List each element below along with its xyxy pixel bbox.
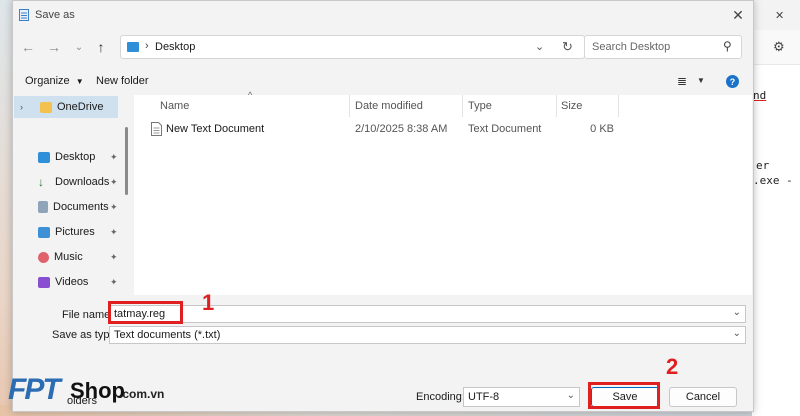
- close-icon: ✕: [732, 6, 744, 23]
- dialog-titlebar: Save as ✕: [13, 1, 753, 29]
- dialog-title: Save as: [35, 9, 75, 21]
- column-divider[interactable]: [618, 95, 619, 117]
- nav-item-videos[interactable]: Videos ✦: [14, 271, 118, 293]
- pin-icon[interactable]: ✦: [110, 277, 118, 288]
- column-divider[interactable]: [556, 95, 557, 117]
- close-button[interactable]: ✕: [725, 3, 751, 27]
- desktop-wallpaper: [0, 0, 12, 416]
- fpt-shop-logo: FPT Shop .com.vn: [0, 373, 164, 409]
- nav-item-label: Pictures: [55, 226, 95, 238]
- search-placeholder: Search Desktop: [592, 41, 671, 53]
- chevron-down-icon[interactable]: ⌄: [733, 307, 741, 318]
- table-row[interactable]: New Text Document 2/10/2025 8:38 AM Text…: [134, 119, 614, 141]
- view-options-icon[interactable]: ≣: [677, 74, 687, 88]
- nav-item-downloads[interactable]: ↓ Downloads ✦: [14, 171, 118, 193]
- gear-icon[interactable]: ⚙: [773, 39, 785, 55]
- column-header-size[interactable]: Size: [561, 95, 616, 117]
- column-header-name[interactable]: Name: [160, 95, 350, 117]
- document-icon: [38, 201, 48, 213]
- nav-item-onedrive[interactable]: › OneDrive: [14, 96, 118, 118]
- breadcrumb-desktop[interactable]: Desktop: [155, 41, 195, 53]
- logo-shop-text: Shop: [70, 378, 125, 403]
- desktop-icon: [127, 42, 139, 52]
- background-text-line: nd: [753, 89, 767, 102]
- refresh-icon[interactable]: ↻: [562, 39, 573, 55]
- nav-item-label: Documents: [53, 201, 109, 213]
- save-as-dialog: Save as ✕ ← → ⌄ ↑ › Desktop ⌄ ↻ Search D…: [12, 0, 754, 412]
- column-divider[interactable]: [349, 95, 350, 117]
- nav-item-label: Downloads: [55, 176, 110, 188]
- column-divider[interactable]: [462, 95, 463, 117]
- chevron-down-icon: ▼: [75, 77, 84, 86]
- background-app-close-icon: ✕: [775, 10, 785, 22]
- desktop-icon: [38, 151, 50, 163]
- annotation-number-2: 2: [666, 354, 679, 379]
- save-as-type-select[interactable]: Text documents (*.txt) ⌄: [109, 326, 746, 344]
- organize-button[interactable]: Organize ▼: [25, 75, 84, 87]
- organize-label: Organize: [25, 75, 70, 87]
- view-dropdown-icon[interactable]: ▼: [697, 76, 705, 85]
- expand-chevron-icon[interactable]: ›: [14, 102, 34, 112]
- pin-icon[interactable]: ✦: [110, 227, 118, 238]
- chevron-down-icon[interactable]: ⌄: [567, 390, 575, 401]
- nav-item-desktop[interactable]: Desktop ✦: [14, 146, 118, 168]
- save-as-type-value: Text documents (*.txt): [114, 329, 221, 341]
- search-icon[interactable]: ⚲: [723, 39, 732, 53]
- annotation-number-1: 1: [202, 290, 215, 315]
- encoding-select[interactable]: UTF-8 ⌄: [463, 387, 580, 407]
- recent-locations-button[interactable]: ⌄: [68, 36, 90, 58]
- folder-icon: [40, 101, 52, 113]
- nav-item-documents[interactable]: Documents ✦: [14, 196, 118, 218]
- nav-item-label: Desktop: [55, 151, 96, 163]
- text-document-icon: [151, 122, 162, 136]
- nav-item-label: Music: [54, 251, 83, 263]
- navigation-scrollbar-thumb[interactable]: [125, 127, 128, 195]
- chevron-down-icon[interactable]: ⌄: [733, 328, 741, 339]
- file-size-cell: 0 KB: [590, 123, 614, 135]
- back-button[interactable]: ←: [17, 36, 39, 58]
- pin-icon[interactable]: ✦: [110, 177, 118, 188]
- download-icon: ↓: [38, 175, 44, 189]
- background-text-line: er: [756, 159, 770, 172]
- column-header-type[interactable]: Type: [468, 95, 553, 117]
- forward-button[interactable]: →: [43, 36, 65, 58]
- logo-domain-text: .com.vn: [119, 387, 165, 401]
- help-icon[interactable]: ?: [726, 75, 739, 88]
- chevron-down-icon: ⌄: [74, 41, 84, 53]
- arrow-right-icon: →: [47, 39, 61, 55]
- encoding-label: Encoding:: [416, 391, 465, 403]
- file-name-cell: New Text Document: [166, 123, 265, 135]
- new-folder-button[interactable]: New folder: [96, 75, 149, 87]
- pin-icon[interactable]: ✦: [110, 202, 118, 213]
- file-name-label: File name:: [62, 309, 114, 321]
- nav-item-music[interactable]: Music ✦: [14, 246, 118, 268]
- up-button[interactable]: ↑: [90, 36, 112, 58]
- videos-icon: [38, 276, 50, 288]
- annotation-box-save: [588, 382, 660, 409]
- nav-item-label: OneDrive: [57, 101, 104, 113]
- file-type-cell: Text Document: [468, 123, 542, 135]
- arrow-left-icon: ←: [21, 39, 35, 55]
- notepad-icon: [19, 9, 29, 21]
- address-bar[interactable]: › Desktop ⌄ ↻: [120, 35, 585, 59]
- background-text-line: .exe -: [753, 174, 793, 187]
- pictures-icon: [38, 226, 50, 238]
- search-input[interactable]: Search Desktop ⚲: [584, 35, 742, 59]
- cancel-button[interactable]: Cancel: [669, 387, 737, 407]
- column-header-date-modified[interactable]: Date modified: [355, 95, 460, 117]
- encoding-value: UTF-8: [468, 391, 500, 403]
- logo-letters: FPT: [8, 373, 61, 406]
- address-dropdown-icon[interactable]: ⌄: [535, 40, 544, 53]
- nav-item-label: Videos: [55, 276, 89, 288]
- file-date-cell: 2/10/2025 8:38 AM: [355, 123, 448, 135]
- navigation-scrollbar[interactable]: [123, 95, 131, 295]
- music-icon: [38, 251, 49, 263]
- breadcrumb-separator: ›: [145, 40, 149, 52]
- nav-item-pictures[interactable]: Pictures ✦: [14, 221, 118, 243]
- pin-icon[interactable]: ✦: [110, 152, 118, 163]
- annotation-box-file-name: [108, 301, 183, 324]
- arrow-up-icon: ↑: [97, 39, 105, 55]
- pin-icon[interactable]: ✦: [110, 252, 118, 263]
